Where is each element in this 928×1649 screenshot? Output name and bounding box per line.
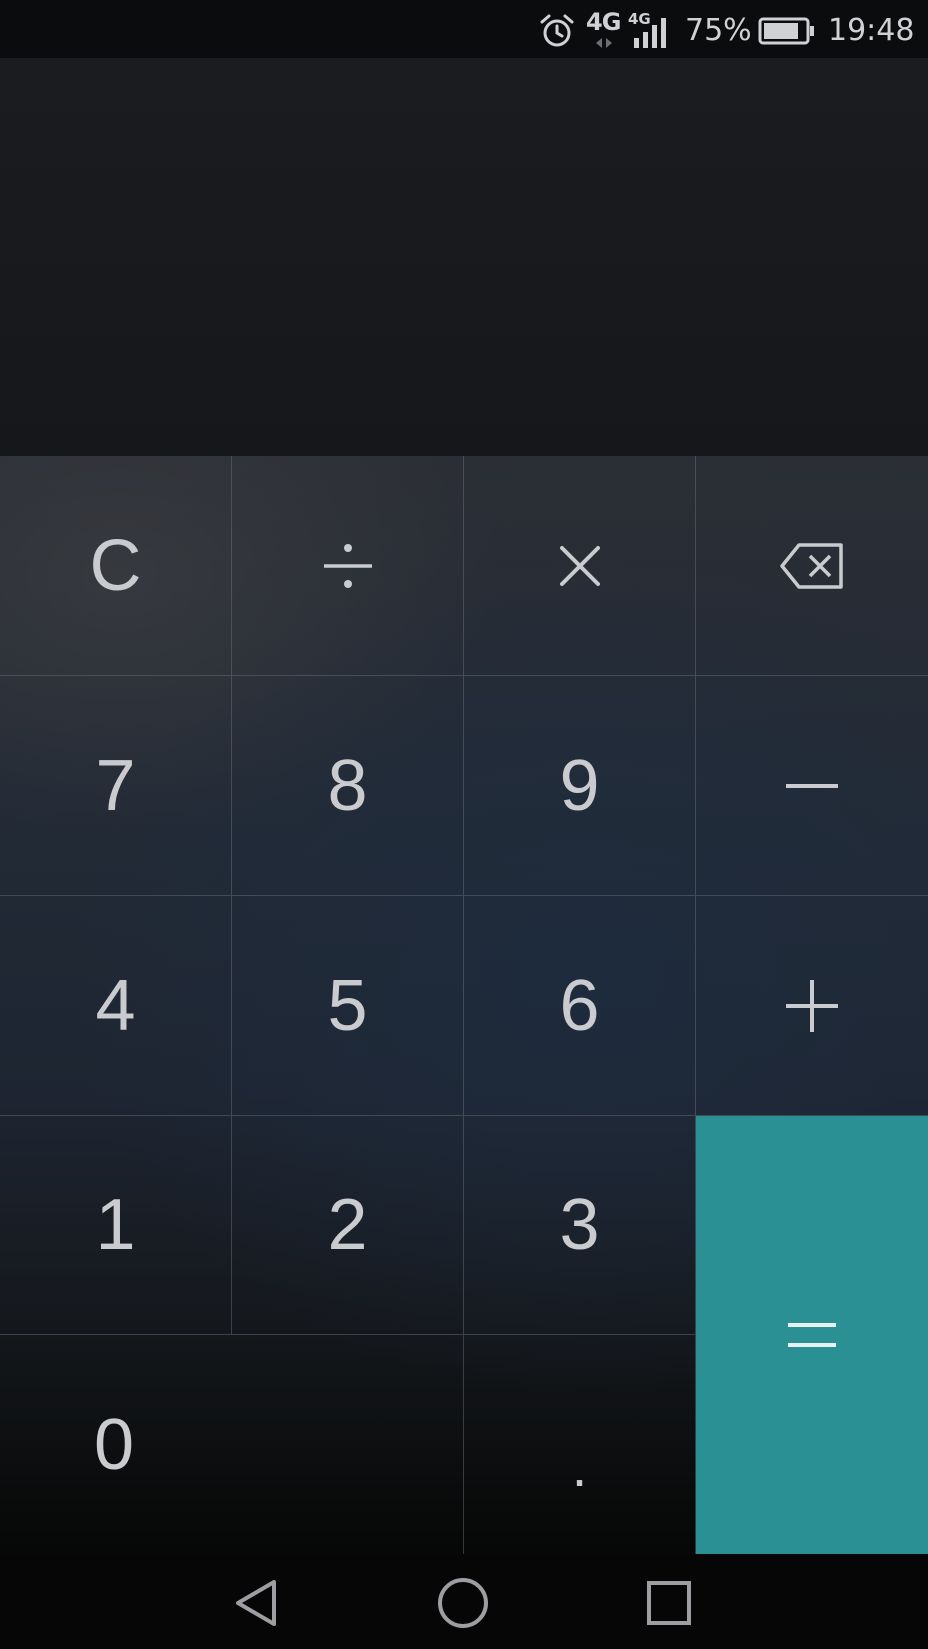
digit-6-button[interactable]: 6: [464, 896, 696, 1116]
add-button[interactable]: [696, 896, 928, 1116]
digit-7-button[interactable]: 7: [0, 676, 232, 896]
navigation-bar: [0, 1554, 928, 1649]
alarm-icon: [540, 14, 574, 47]
recent-apps-icon[interactable]: [642, 1576, 696, 1630]
digit-8-button[interactable]: 8: [232, 676, 464, 896]
digit-1-button[interactable]: 1: [0, 1116, 232, 1335]
backspace-icon: [780, 542, 843, 589]
status-bar: 4G 4G 75% 19:48: [0, 0, 928, 58]
subtract-button[interactable]: [696, 676, 928, 896]
signal-icon: [634, 18, 666, 48]
network-type-label: 4G: [586, 8, 621, 36]
digit-5-button[interactable]: 5: [232, 896, 464, 1116]
digit-0-button[interactable]: 0: [0, 1335, 464, 1554]
backspace-button[interactable]: [696, 456, 928, 676]
divide-button[interactable]: [232, 456, 464, 676]
back-icon[interactable]: [230, 1576, 284, 1630]
battery-percentage: 75%: [685, 13, 752, 48]
data-arrows-icon: [596, 38, 612, 48]
equals-icon: [788, 1323, 836, 1347]
divide-icon: [323, 543, 372, 588]
multiply-button[interactable]: [464, 456, 696, 676]
status-clock: 19:48: [828, 13, 915, 48]
digit-4-button[interactable]: 4: [0, 896, 232, 1116]
digit-9-button[interactable]: 9: [464, 676, 696, 896]
multiply-icon: [559, 545, 600, 586]
decimal-button[interactable]: .: [464, 1335, 696, 1554]
plus-icon: [786, 979, 838, 1032]
keypad: C 7 8 9 4 5 6 1 2 3 0 .: [0, 456, 928, 1554]
minus-icon: [786, 783, 838, 788]
home-icon[interactable]: [436, 1576, 490, 1630]
digit-2-button[interactable]: 2: [232, 1116, 464, 1335]
equals-button[interactable]: [696, 1116, 928, 1554]
battery-icon: [758, 17, 814, 45]
calculator-display: [0, 58, 928, 456]
calculator-app: 4G 4G 75% 19:48 C 7 8 9 4 5 6 1 2 3 0 .: [0, 0, 928, 1649]
decimal-label: .: [571, 1435, 588, 1498]
digit-3-button[interactable]: 3: [464, 1116, 696, 1335]
clear-button[interactable]: C: [0, 456, 232, 676]
